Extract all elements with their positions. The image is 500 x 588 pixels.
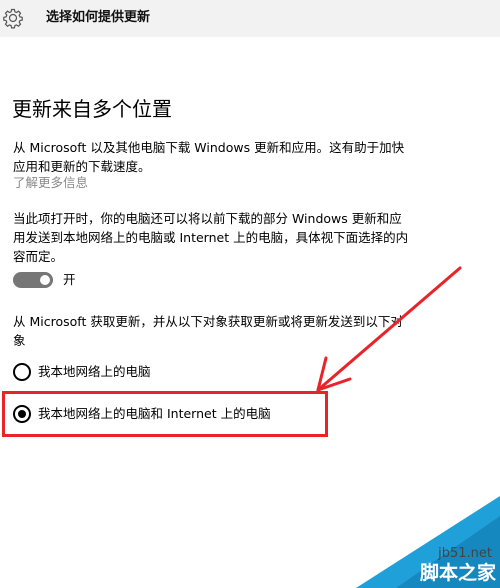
radio-option-label: 我本地网络上的电脑 [38, 364, 151, 379]
page-title: 选择如何提供更新 [46, 10, 151, 25]
watermark-site-name: 脚本之家 [419, 562, 496, 584]
learn-more-link[interactable]: 了解更多信息 [13, 173, 88, 192]
delivery-toggle-switch[interactable] [13, 272, 53, 288]
radio-button-unselected[interactable] [13, 363, 31, 381]
settings-page: 选择如何提供更新 更新来自多个位置 从 Microsoft 以及其他电脑下载 W… [0, 0, 500, 588]
toggle-knob [40, 275, 50, 285]
annotation-highlight-box [2, 391, 328, 437]
site-watermark: jb51.net 脚本之家 [356, 496, 500, 588]
toggle-state-label: 开 [63, 272, 76, 287]
description-text: 从 Microsoft 以及其他电脑下载 Windows 更新和应用。这有助于加… [13, 140, 405, 174]
gear-icon[interactable] [2, 7, 24, 29]
title-bar: 选择如何提供更新 [0, 0, 500, 37]
section-heading: 更新来自多个位置 [12, 97, 172, 121]
source-description-text: 从 Microsoft 获取更新，并从以下对象获取更新或将更新发送到以下对象 [13, 314, 403, 348]
toggle-description-text: 当此项打开时，你的电脑还可以将以前下载的部分 Windows 更新和应用发送到本… [13, 211, 409, 264]
